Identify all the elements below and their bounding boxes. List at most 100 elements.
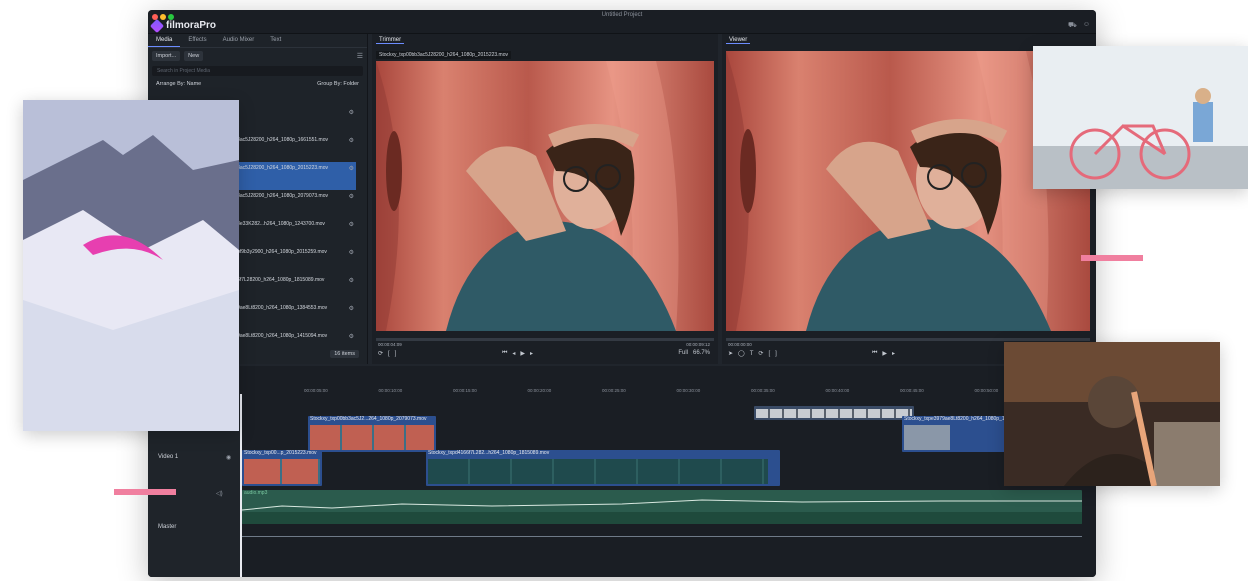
ruler-tick-label: 00:00:35:00 [751,388,775,393]
new-button[interactable]: New [184,51,204,61]
skip-back-icon[interactable]: ⏮ [502,350,507,357]
trimmer-view-controls: Full 66.7% [678,350,710,356]
bicycle-photo [1033,46,1248,189]
bicycle-image [1033,46,1248,189]
timeline-clip[interactable]: Stockxy_txpd4166f7L282...h264_1080p_1815… [426,450,780,486]
trimmer-end-timecode: 00:00:09:12 [686,342,710,347]
ruler-tick-label: 00:00:05:00 [304,388,328,393]
master-track-line [242,536,1082,537]
timeline-clip[interactable]: Stockxy_txp00...p_2015223.mov [242,450,322,486]
viewer-transport: ⏮ ▶ ▸ [872,350,895,357]
tab-media[interactable]: Media [148,34,181,47]
step-back-icon[interactable]: ◂ [512,350,515,357]
brand-name: filmoraPro [166,20,217,31]
tab-viewer[interactable]: Viewer [726,37,751,44]
gear-icon[interactable]: ⚙ [349,333,354,340]
brand-icon [149,18,165,33]
arrange-dropdown[interactable]: Arrange By: Name [156,81,201,87]
item-count: 16 items [330,350,359,358]
tab-audio-mixer[interactable]: Audio Mixer [215,34,263,47]
track-label-video1: Video 1 [158,454,179,460]
trimmer-edit-controls: ⟳ [ ] [378,350,397,358]
pink-accent-bar [114,489,176,495]
ruler-tick-label: 00:00:40:00 [825,388,850,393]
eye-icon[interactable]: ◉ [226,454,231,461]
trimmer-panel: Trimmer Stockxy_txp00bb3ac5J28200_h264_1… [372,34,718,364]
app-window: filmoraPro Untitled Project ⛟ ☺ Media Ef… [148,10,1096,577]
tab-text[interactable]: Text [262,34,289,47]
speaker-icon[interactable]: ◁) [216,490,223,497]
ruler-tick-label: 00:00:10:00 [378,388,403,393]
play-icon[interactable]: ▶ [882,350,887,357]
app-logo: filmoraPro [149,18,217,33]
tab-trimmer[interactable]: Trimmer [376,37,405,44]
tab-effects[interactable]: Effects [180,34,214,47]
track-label-master: Master [158,524,177,530]
title-bar: filmoraPro Untitled Project ⛟ ☺ [148,10,1096,34]
group-dropdown[interactable]: Group By: Folder [317,81,359,87]
trimmer-transport: ⏮ ◂ ▶ ▸ [502,350,533,357]
text-tool-icon[interactable]: T [750,351,754,357]
cart-icon[interactable]: ⛟ [1068,21,1077,30]
skip-back-icon[interactable]: ⏮ [872,350,877,357]
timeline: Video 1 ◉ ◁) Master 00:00:05:00 00:00:10:… [148,366,1096,577]
search-input[interactable]: Search in Project Media [152,66,363,76]
mark-in-icon[interactable]: [ [388,351,390,357]
mountain-image [23,100,239,431]
music-studio-photo [1004,342,1220,486]
clip-label: Stockxy_txpd4166f7L282...h264_1080p_1815… [428,450,550,456]
panel-tabs: Media Effects Audio Mixer Text [148,34,367,48]
gear-icon[interactable]: ⚙ [349,221,354,228]
viewer-scrubber[interactable] [726,338,1090,341]
audio-clip[interactable]: audio.mp3 [242,490,1082,524]
trimmer-timecode: 00:00:04:09 [378,342,402,347]
ruler-tick-label: 00:00:20:00 [527,388,552,393]
ruler-tick-label: 00:00:30:00 [676,388,701,393]
mark-in-icon[interactable]: [ [768,351,770,357]
gear-icon[interactable]: ⚙ [349,305,354,312]
timeline-clip-top[interactable] [754,406,914,420]
media-toolbar: Import... New ☰ [148,48,367,64]
trimmer-frame-illustration [376,61,714,331]
clip-label: Stockxy_txp00...p_2015223.mov [244,450,317,456]
list-view-icon[interactable]: ☰ [357,52,363,60]
play-icon[interactable]: ▶ [520,350,525,357]
trimmer-video-frame [376,61,714,331]
timeline-clip[interactable]: Stockxy_txpe3979ae8Lt8200_h264_1080p_1 [902,416,1006,452]
ruler-tick-label: 00:00:25:00 [602,388,626,393]
timeline-clip[interactable]: Stockxy_txp00bb3ac5J2...264_1080p_207907… [308,416,436,452]
ruler-tick-label: 00:00:15:00 [453,388,477,393]
viewer-timecode: 00:00:00:00 [728,342,752,347]
window-title: Untitled Project [601,12,643,18]
gear-icon[interactable]: ⚙ [349,249,354,256]
studio-image [1004,342,1220,486]
mark-out-icon[interactable]: ] [775,351,777,357]
gear-icon[interactable]: ⚙ [349,165,354,172]
select-tool-icon[interactable]: ➤ [728,350,733,357]
arrange-bar: Arrange By: Name Group By: Folder [148,78,367,90]
marketing-collage: filmoraPro Untitled Project ⛟ ☺ Media Ef… [0,0,1248,581]
quality-dropdown[interactable]: Full [678,350,688,356]
loop-icon[interactable]: ⟳ [378,350,383,357]
gear-icon[interactable]: ⚙ [349,193,354,200]
mark-out-icon[interactable]: ] [395,351,397,357]
ruler-tick-label: 00:00:45:00 [900,388,924,393]
paraglider-photo [23,100,239,431]
viewer-tools: ➤ ◯ T ⟳ [ ] [728,350,777,358]
ruler-tick-label: 00:00:50:00 [974,388,999,393]
zoom-dropdown[interactable]: 66.7% [693,350,710,356]
pink-accent-bar [1081,255,1143,261]
trimmer-scrubber[interactable] [376,338,714,341]
import-button[interactable]: Import... [152,51,181,61]
loop-icon[interactable]: ⟳ [758,350,763,357]
step-forward-icon[interactable]: ▸ [530,350,533,357]
audio-waveform [242,499,1082,524]
clip-label: Stockxy_txp00bb3ac5J2...264_1080p_207907… [310,416,427,422]
gear-icon[interactable]: ⚙ [349,109,354,116]
trimmer-filename: Stockxy_txp00bb3ac5J28200_h264_1080p_201… [376,51,511,59]
transform-tool-icon[interactable]: ◯ [738,350,745,357]
gear-icon[interactable]: ⚙ [349,277,354,284]
step-forward-icon[interactable]: ▸ [892,350,895,357]
user-icon[interactable]: ☺ [1083,21,1090,30]
gear-icon[interactable]: ⚙ [349,137,354,144]
